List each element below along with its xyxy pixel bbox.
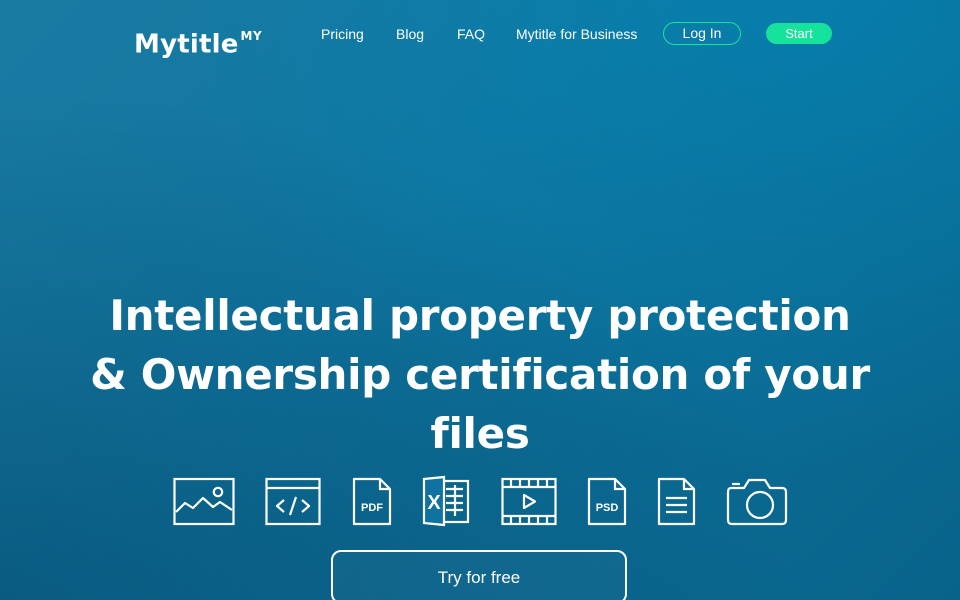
- pdf-icon: PDF: [352, 476, 392, 526]
- pdf-icon-label: PDF: [361, 502, 383, 514]
- start-button[interactable]: Start: [766, 23, 832, 44]
- excel-icon: X: [422, 475, 470, 527]
- image-icon: [173, 476, 235, 526]
- brand-name: Mytitle: [134, 29, 239, 60]
- nav-link-faq[interactable]: FAQ: [457, 25, 485, 43]
- headline-line-2: & Ownership certification of your: [90, 350, 870, 399]
- brand-logo[interactable]: Mytitle MY: [134, 22, 262, 62]
- nav-link-business[interactable]: Mytitle for Business: [516, 25, 637, 43]
- code-icon: [265, 476, 321, 526]
- file-type-icons: PDF X PSD: [0, 475, 960, 528]
- psd-icon-label: PSD: [596, 502, 619, 514]
- video-icon: [501, 476, 557, 526]
- hero-headline: Intellectual property protection & Owner…: [90, 286, 870, 463]
- excel-icon-label: X: [427, 492, 441, 514]
- nav-link-blog[interactable]: Blog: [396, 25, 424, 43]
- camera-icon: [726, 476, 788, 526]
- brand-superscript: MY: [240, 29, 263, 43]
- try-for-free-button[interactable]: Try for free: [331, 550, 627, 600]
- headline-line-1: Intellectual property protection: [109, 291, 851, 340]
- top-navigation: Mytitle MY Pricing Blog FAQ Mytitle for B…: [0, 0, 960, 66]
- headline-line-3: files: [430, 409, 530, 458]
- hero-section: Mytitle MY Pricing Blog FAQ Mytitle for B…: [0, 0, 960, 600]
- nav-link-pricing[interactable]: Pricing: [321, 25, 364, 43]
- document-icon: [657, 476, 697, 526]
- psd-icon: PSD: [587, 476, 627, 526]
- login-button[interactable]: Log In: [663, 22, 741, 45]
